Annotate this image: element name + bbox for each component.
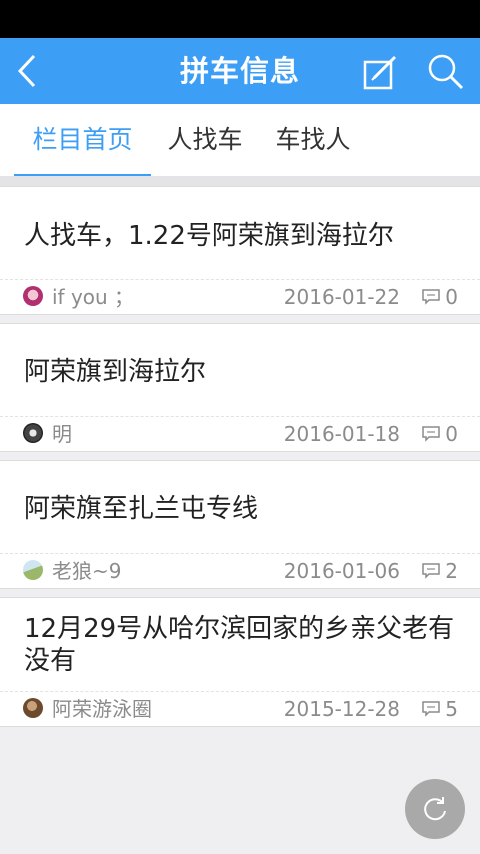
post-author[interactable]: 阿荣游泳圈 (52, 692, 152, 726)
post-author[interactable]: 明 (52, 417, 72, 451)
post-author[interactable]: 老狼~9 (52, 554, 121, 588)
post-meta: 明 2016-01-18 0 (0, 417, 480, 451)
post-card[interactable]: 12月29号从哈尔滨回家的乡亲父老有没有 阿荣游泳圈 2015-12-28 5 (0, 597, 480, 727)
post-title: 12月29号从哈尔滨回家的乡亲父老有没有 (24, 614, 455, 676)
post-author[interactable]: if you ； (52, 280, 134, 314)
comment-icon (422, 426, 440, 442)
post-date: 2015-12-28 (283, 697, 400, 721)
avatar[interactable] (23, 560, 43, 580)
comment-icon (422, 701, 440, 717)
tab-passenger-seeks-car[interactable]: 人找车 (160, 104, 250, 176)
avatar[interactable] (23, 698, 43, 718)
comment-icon (422, 563, 440, 579)
post-meta: 阿荣游泳圈 2015-12-28 5 (0, 692, 480, 726)
comment-count: 0 (445, 422, 458, 446)
page-title: 拼车信息 (179, 54, 300, 88)
edit-icon (363, 55, 397, 90)
post-card[interactable]: 人找车，1.22号阿荣旗到海拉尔 if you ； 2016-01-22 0 (0, 186, 480, 315)
post-meta: if you ； 2016-01-22 0 (0, 280, 480, 314)
refresh-icon (424, 797, 446, 821)
avatar[interactable] (23, 286, 43, 306)
post-date: 2016-01-22 (283, 285, 400, 309)
post-title: 阿荣旗至扎兰屯专线 (24, 494, 259, 524)
comment-count: 0 (445, 285, 458, 309)
search-button[interactable] (426, 52, 466, 92)
post-title: 人找车，1.22号阿荣旗到海拉尔 (24, 221, 394, 251)
refresh-button[interactable] (405, 779, 465, 839)
status-bar (0, 0, 480, 38)
comment-count: 5 (445, 697, 458, 721)
comment-count: 2 (445, 559, 458, 583)
tab-bar-divider (0, 176, 480, 186)
post-title: 阿荣旗到海拉尔 (24, 357, 207, 387)
tab-home[interactable]: 栏目首页 (14, 104, 151, 176)
tab-car-seeks-passenger[interactable]: 车找人 (268, 104, 358, 176)
post-card[interactable]: 阿荣旗到海拉尔 明 2016-01-18 0 (0, 323, 480, 452)
post-date: 2016-01-06 (283, 559, 400, 583)
avatar[interactable] (23, 423, 43, 443)
post-date: 2016-01-18 (283, 422, 400, 446)
search-icon (428, 54, 464, 90)
app-header: 拼车信息 (0, 38, 480, 104)
post-card[interactable]: 阿荣旗至扎兰屯专线 老狼~9 2016-01-06 2 (0, 460, 480, 589)
tab-bar: 栏目首页 人找车 车找人 (0, 104, 480, 178)
edit-button[interactable] (362, 54, 400, 90)
comment-icon (422, 289, 440, 305)
post-meta: 老狼~9 2016-01-06 2 (0, 554, 480, 588)
